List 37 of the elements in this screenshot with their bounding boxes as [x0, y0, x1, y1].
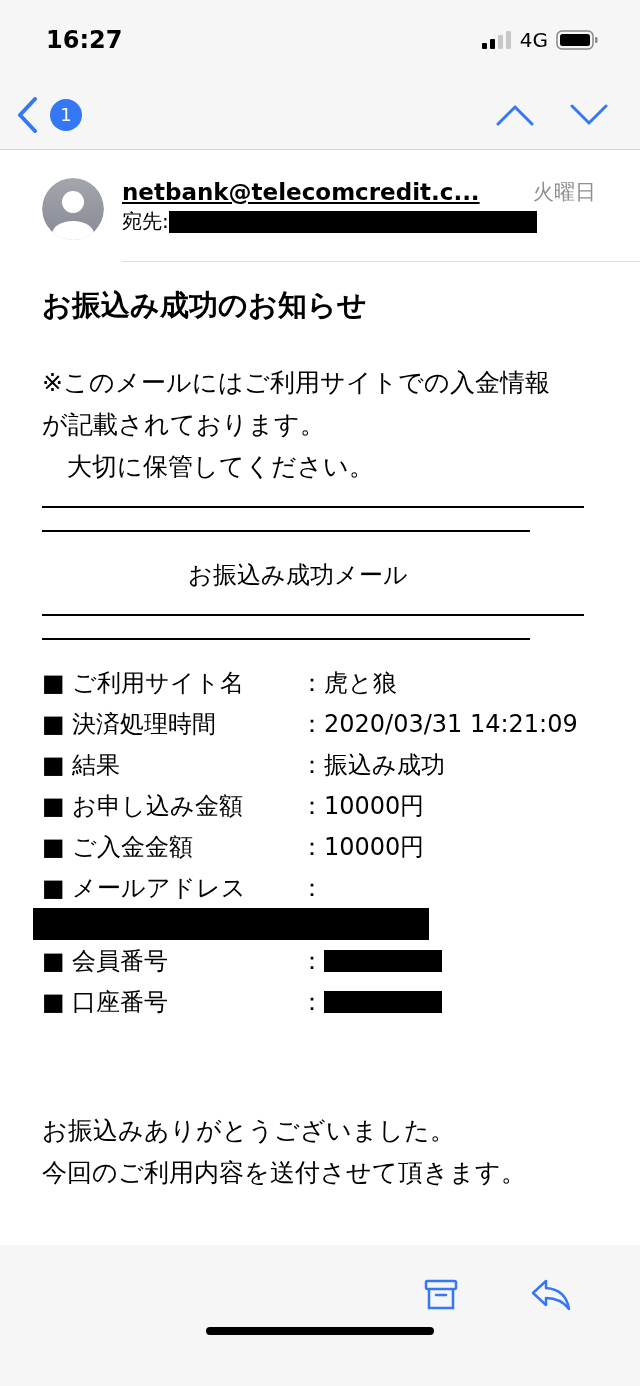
status-time: 16:27 — [46, 26, 123, 54]
field-value: ：振込み成功 — [300, 749, 445, 781]
reply-button[interactable] — [530, 1278, 572, 1312]
archive-icon — [424, 1279, 458, 1311]
field-label: ■ 口座番号 — [42, 986, 170, 1018]
field-label: ■ ご利用サイト名 — [42, 667, 246, 699]
body-text: ※このメールにはご利用サイトでの入金情報 — [42, 367, 551, 399]
archive-button[interactable] — [424, 1279, 458, 1311]
body-text: が記載されております。 — [42, 409, 326, 441]
network-type: 4G — [519, 28, 548, 52]
recipient-label: 宛先: — [122, 208, 169, 235]
avatar-icon — [42, 178, 104, 240]
field-value: ： — [300, 945, 324, 977]
field-value: ：虎と狼 — [300, 667, 397, 699]
message-subject: お振込み成功のお知らせ — [42, 287, 368, 324]
message-date: 火曜日 — [533, 179, 596, 206]
back-icon — [16, 96, 38, 133]
field-label: ■ お申し込み金額 — [42, 790, 245, 822]
unread-badge: 1 — [50, 98, 82, 131]
field-label: ■ ご入金金額 — [42, 831, 195, 863]
body-text: 今回のご利用内容を送付させて頂きます。 — [42, 1157, 527, 1189]
reply-icon — [530, 1278, 572, 1312]
field-value: ：2020/03/31 14:21:09 — [300, 708, 578, 740]
field-value: ： — [300, 986, 324, 1018]
banner-text: お振込み成功メール — [187, 560, 409, 591]
field-value: ： — [300, 872, 324, 904]
field-label: ■ 会員番号 — [42, 945, 170, 977]
sender-address[interactable]: netbank@telecomcredit.c... — [122, 179, 480, 205]
field-label: ■ メールアドレス — [42, 872, 248, 904]
field-label: ■ 結果 — [42, 749, 122, 781]
field-label: ■ 決済処理時間 — [42, 708, 218, 740]
signal-icon — [481, 31, 512, 49]
battery-icon — [556, 30, 598, 50]
body-text: お振込みありがとうございました。 — [42, 1115, 456, 1147]
field-value: ：10000円 — [300, 790, 425, 822]
body-text: 大切に保管してください。 — [66, 451, 375, 483]
field-value: ：10000円 — [300, 831, 425, 863]
